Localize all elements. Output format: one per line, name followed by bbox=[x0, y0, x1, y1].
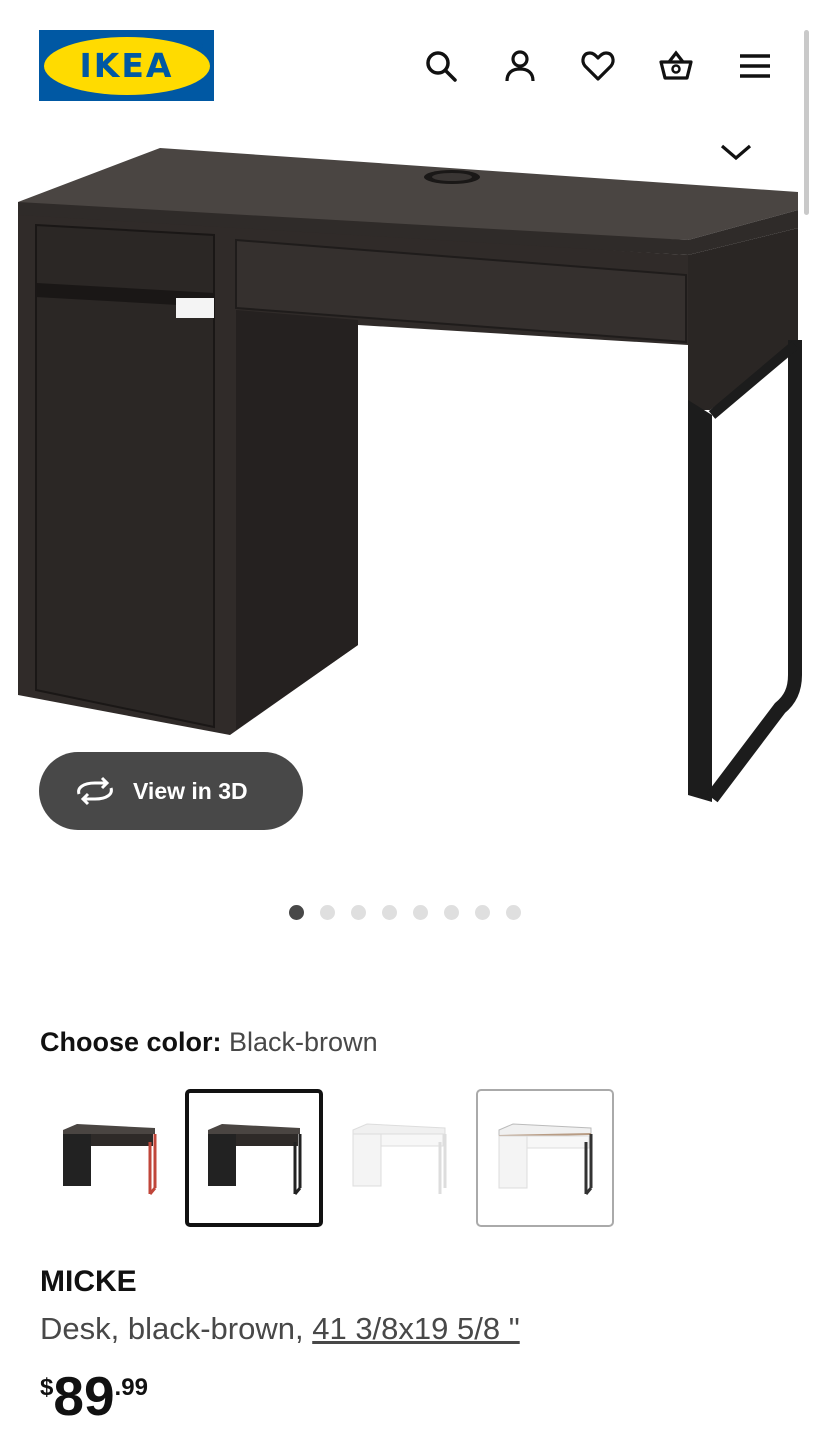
pagination-dot[interactable] bbox=[382, 905, 397, 920]
product-dimensions-link[interactable]: 41 3/8x19 5/8 " bbox=[312, 1311, 520, 1346]
logo-oval: IKEA bbox=[43, 36, 210, 95]
view-in-3d-button[interactable]: View in 3D bbox=[39, 752, 303, 830]
registered-mark: ® bbox=[196, 42, 204, 51]
selected-color-value: Black-brown bbox=[229, 1027, 378, 1057]
price-currency: $ bbox=[40, 1374, 54, 1401]
account-button[interactable] bbox=[498, 44, 542, 88]
favorites-button[interactable] bbox=[576, 44, 620, 88]
basket-button[interactable] bbox=[654, 44, 698, 88]
product-image[interactable] bbox=[0, 130, 815, 820]
price-decimal: .99 bbox=[114, 1374, 148, 1401]
heart-icon bbox=[581, 51, 615, 81]
product-description-text: Desk, black-brown, bbox=[40, 1311, 313, 1346]
pagination-dot[interactable] bbox=[506, 905, 521, 920]
pagination-dot[interactable] bbox=[351, 905, 366, 920]
product-name: MICKE bbox=[40, 1265, 137, 1298]
gallery-pagination bbox=[289, 905, 521, 920]
menu-icon bbox=[740, 54, 770, 78]
ikea-logo[interactable]: IKEA ® bbox=[39, 30, 214, 101]
search-button[interactable] bbox=[419, 44, 463, 88]
product-price: $ 89 .99 bbox=[40, 1366, 148, 1426]
price-integer: 89 bbox=[53, 1365, 115, 1427]
view-in-3d-label: View in 3D bbox=[133, 777, 248, 804]
color-swatch-white[interactable] bbox=[330, 1089, 468, 1227]
product-description: Desk, black-brown, 41 3/8x19 5/8 " bbox=[40, 1311, 520, 1347]
pagination-dot[interactable] bbox=[320, 905, 335, 920]
logo-text: IKEA bbox=[79, 46, 174, 85]
rotate-3d-icon bbox=[77, 776, 113, 806]
choose-color-label: Choose color: bbox=[40, 1027, 222, 1057]
pagination-dot[interactable] bbox=[475, 905, 490, 920]
pagination-dot[interactable] bbox=[289, 905, 304, 920]
color-selector-heading: Choose color: Black-brown bbox=[40, 1027, 378, 1058]
search-icon bbox=[426, 51, 457, 82]
basket-icon bbox=[659, 50, 693, 80]
menu-button[interactable] bbox=[733, 44, 777, 88]
site-header: IKEA ® bbox=[0, 0, 815, 130]
color-swatch-black-brown-red[interactable] bbox=[40, 1089, 178, 1227]
pagination-dot[interactable] bbox=[444, 905, 459, 920]
color-swatch-white-anthracite[interactable] bbox=[476, 1089, 614, 1227]
chevron-down-icon[interactable] bbox=[716, 136, 756, 166]
pagination-dot[interactable] bbox=[413, 905, 428, 920]
account-icon bbox=[505, 50, 535, 82]
color-swatch-black-brown[interactable] bbox=[185, 1089, 323, 1227]
